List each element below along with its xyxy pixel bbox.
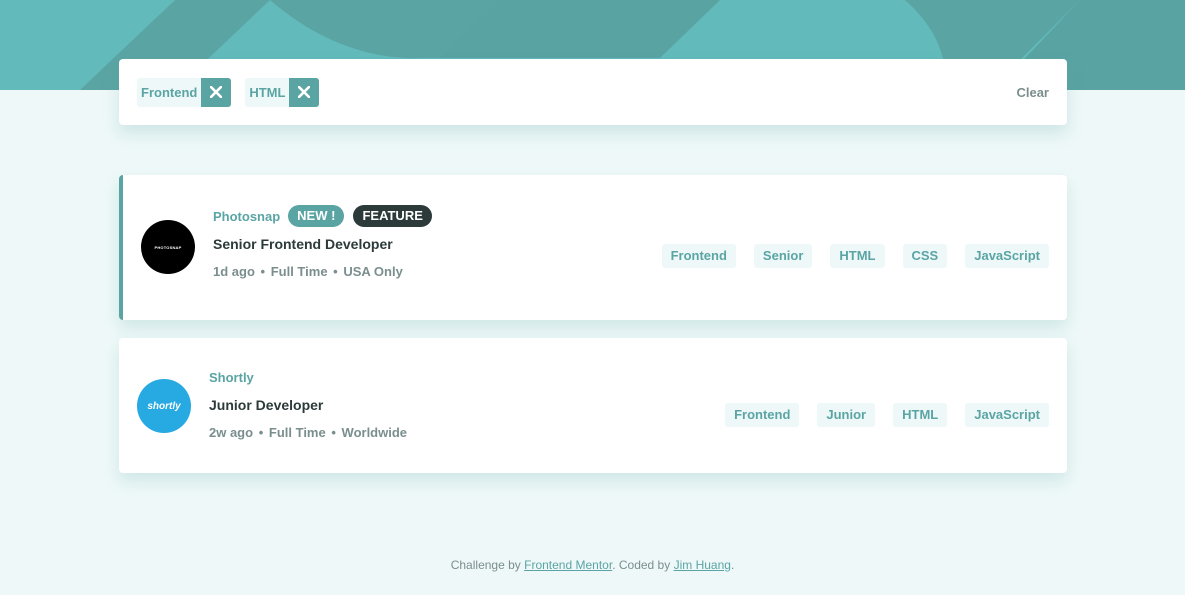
tag-javascript[interactable]: JavaScript	[965, 403, 1049, 427]
clear-filters-button[interactable]: Clear	[1016, 85, 1049, 100]
filter-chip-frontend: Frontend	[137, 77, 232, 107]
company-logo-photosnap: PHOTOSNAP	[141, 220, 195, 274]
job-location: USA Only	[343, 264, 403, 279]
attribution-footer: Challenge by Frontend Mentor. Coded by J…	[0, 558, 1185, 572]
remove-filter-html-button[interactable]	[289, 77, 320, 107]
footer-middle: . Coded by	[612, 558, 671, 572]
filter-chip-label: HTML	[249, 84, 286, 100]
remove-filter-frontend-button[interactable]	[201, 77, 232, 107]
job-info: Photosnap NEW ! FEATURE Senior Frontend …	[213, 204, 441, 279]
filter-chip-label: Frontend	[141, 84, 198, 100]
tag-html[interactable]: HTML	[893, 403, 948, 427]
author-link[interactable]: Jim Huang	[674, 558, 731, 572]
company-row: Shortly	[209, 365, 407, 389]
contract-type: Full Time	[270, 264, 328, 279]
footer-suffix: .	[730, 558, 735, 572]
filter-chip-html: HTML	[245, 77, 320, 107]
job-card-shortly: shortly Shortly Junior Developer 2w ago …	[119, 338, 1067, 473]
job-meta: 1d ago • Full Time • USA Only	[213, 264, 441, 279]
logo-text: PHOTOSNAP	[154, 244, 182, 250]
meta-separator: •	[333, 264, 338, 279]
meta-separator: •	[331, 425, 336, 440]
job-card-photosnap: PHOTOSNAP Photosnap NEW ! FEATURE Senior…	[119, 175, 1067, 320]
featured-badge: FEATURE	[353, 205, 432, 227]
close-icon	[298, 86, 311, 98]
job-location: Worldwide	[341, 425, 408, 440]
job-title[interactable]: Senior Frontend Developer	[213, 236, 441, 252]
footer-prefix: Challenge by	[450, 558, 521, 572]
job-tags: Frontend Junior HTML JavaScript	[707, 403, 1049, 427]
filter-bar: Frontend HTML Clear	[119, 59, 1067, 125]
company-row: Photosnap NEW ! FEATURE	[213, 204, 441, 228]
logo-text: shortly	[147, 400, 181, 412]
job-title[interactable]: Junior Developer	[209, 397, 407, 413]
close-icon	[210, 86, 223, 98]
posted-at: 1d ago	[213, 264, 255, 279]
tag-javascript[interactable]: JavaScript	[965, 244, 1049, 268]
company-name: Shortly	[209, 369, 254, 385]
tag-css[interactable]: CSS	[902, 244, 948, 268]
new-badge: NEW !	[288, 205, 345, 227]
meta-separator: •	[258, 425, 264, 440]
job-info: Shortly Junior Developer 2w ago • Full T…	[209, 365, 407, 441]
contract-type: Full Time	[268, 425, 326, 440]
company-logo-shortly: shortly	[137, 379, 191, 433]
tag-senior[interactable]: Senior	[753, 244, 813, 268]
meta-separator: •	[260, 264, 266, 279]
job-meta: 2w ago • Full Time • Worldwide	[209, 425, 407, 440]
job-tags: Frontend Senior HTML CSS JavaScript	[644, 244, 1049, 268]
tag-frontend[interactable]: Frontend	[661, 244, 736, 268]
tag-junior[interactable]: Junior	[817, 403, 876, 427]
company-name: Photosnap	[213, 208, 281, 224]
frontend-mentor-link[interactable]: Frontend Mentor	[524, 558, 612, 572]
tag-frontend[interactable]: Frontend	[725, 403, 800, 427]
tag-html[interactable]: HTML	[830, 244, 885, 268]
posted-at: 2w ago	[209, 425, 254, 440]
